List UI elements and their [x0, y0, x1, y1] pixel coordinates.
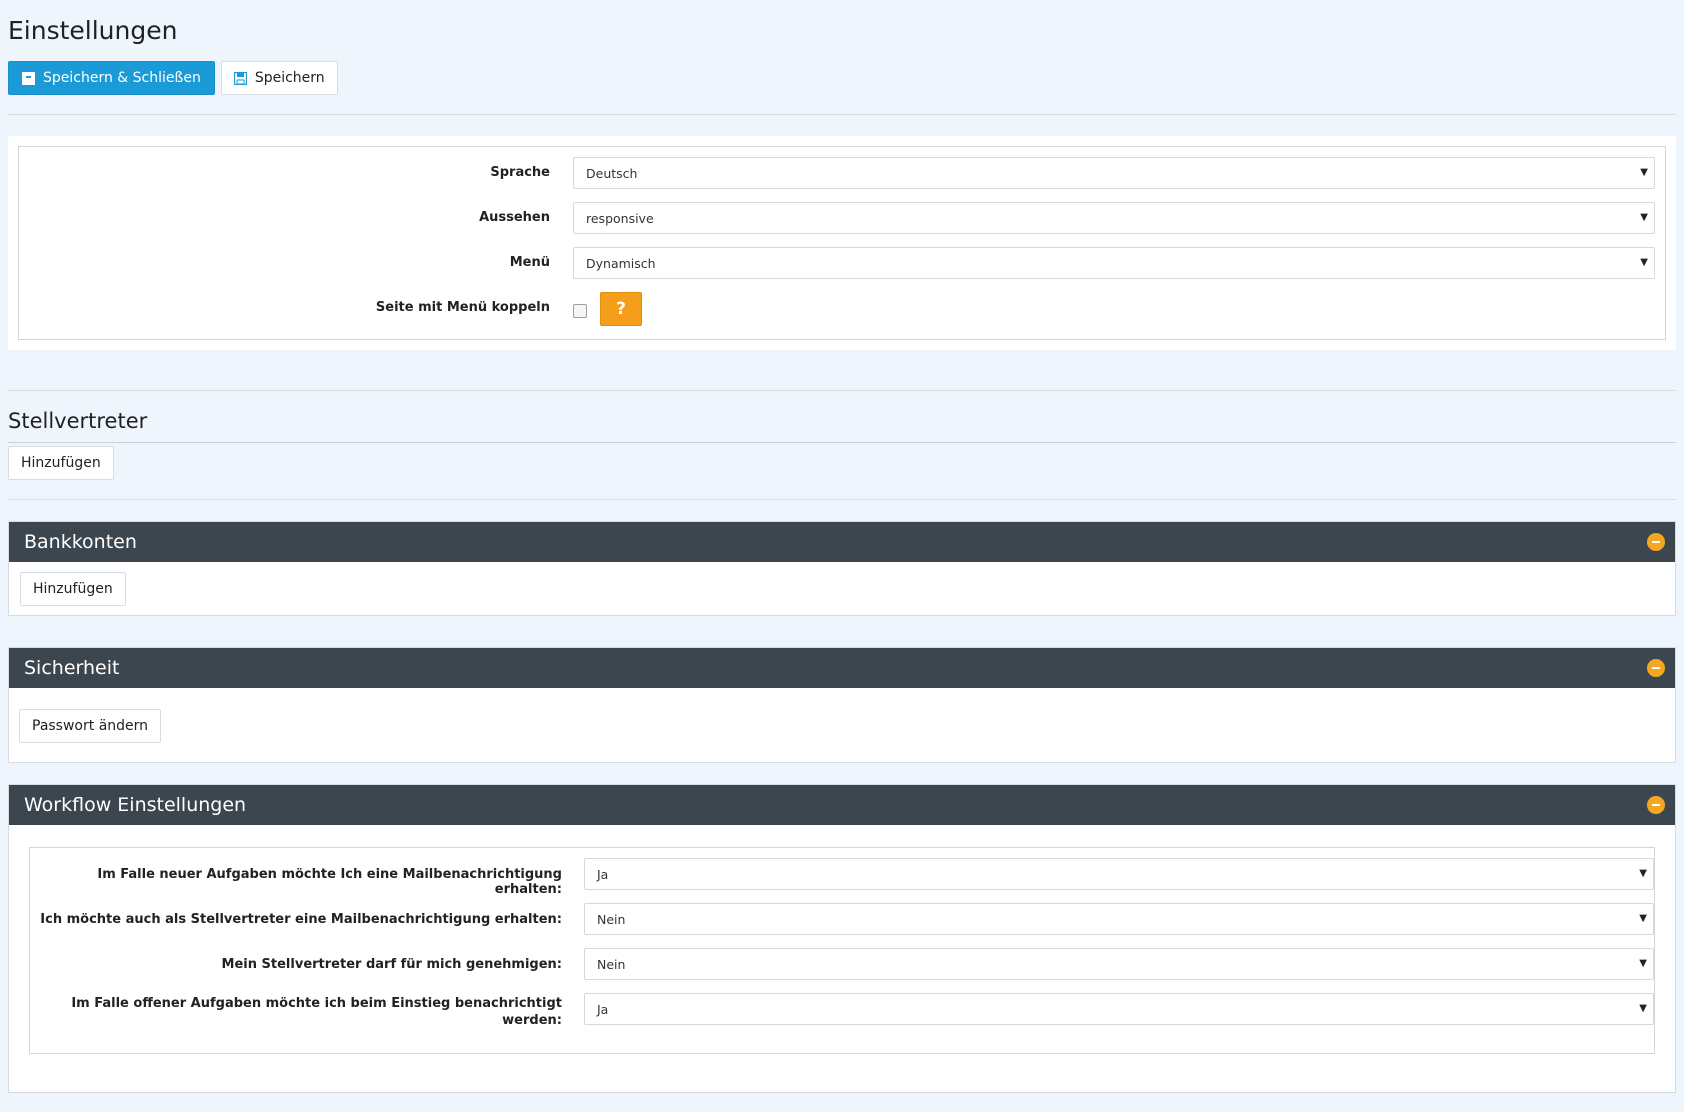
- change-password-button[interactable]: Passwort ändern: [19, 709, 162, 743]
- workflow-settings-header: Workflow Einstellungen: [9, 785, 1675, 825]
- security-panel: Sicherheit Passwort ändern: [8, 647, 1676, 763]
- bank-accounts-header: Bankkonten: [9, 522, 1675, 562]
- security-title: Sicherheit: [24, 657, 120, 679]
- workflow-settings-panel: Workflow Einstellungen Im Falle neuer Au…: [8, 784, 1676, 1093]
- workflow-row-label: Mein Stellvertreter darf für mich genehm…: [221, 957, 562, 972]
- settings-page: Einstellungen Speichern & Schließen Spei…: [0, 0, 1684, 1112]
- general-settings-panel: Sprache Deutsch ▼ Aussehen responsive ▼ …: [8, 136, 1676, 350]
- collapse-icon[interactable]: [1647, 659, 1665, 677]
- chevron-down-icon: ▼: [1640, 257, 1648, 268]
- workflow-select-new-tasks[interactable]: Ja ▼: [584, 858, 1654, 890]
- workflow-row-label: Im Falle offener Aufgaben möchte ich bei…: [71, 996, 562, 1028]
- appearance-label: Aussehen: [479, 210, 550, 225]
- divider: [8, 442, 1676, 443]
- save-button[interactable]: Speichern: [220, 61, 338, 95]
- workflow-select-deputy-mail[interactable]: Nein ▼: [584, 903, 1654, 935]
- help-button[interactable]: ?: [600, 292, 642, 326]
- menu-value: Dynamisch: [586, 255, 656, 271]
- chevron-down-icon: ▼: [1640, 167, 1648, 178]
- add-deputy-label: Hinzufügen: [21, 455, 101, 471]
- chevron-down-icon: ▼: [1639, 958, 1647, 969]
- language-value: Deutsch: [586, 165, 638, 181]
- appearance-value: responsive: [586, 210, 654, 226]
- bank-accounts-title: Bankkonten: [24, 531, 137, 553]
- add-bank-account-button[interactable]: Hinzufügen: [20, 572, 126, 606]
- question-icon: ?: [616, 299, 626, 319]
- appearance-select[interactable]: responsive ▼: [573, 202, 1655, 234]
- chevron-down-icon: ▼: [1640, 212, 1648, 223]
- menu-select[interactable]: Dynamisch ▼: [573, 247, 1655, 279]
- collapse-icon[interactable]: [1647, 533, 1665, 551]
- workflow-select-value: Nein: [597, 956, 626, 972]
- collapse-icon[interactable]: [1647, 796, 1665, 814]
- workflow-row-label: Im Falle neuer Aufgaben möchte Ich eine …: [97, 867, 562, 897]
- divider: [8, 499, 1676, 500]
- couple-label: Seite mit Menü koppeln: [375, 300, 550, 315]
- bank-accounts-panel: Bankkonten Hinzufügen: [8, 521, 1676, 616]
- workflow-select-deputy-approve[interactable]: Nein ▼: [584, 948, 1654, 980]
- general-settings-form: Sprache Deutsch ▼ Aussehen responsive ▼ …: [18, 146, 1666, 340]
- workflow-settings-title: Workflow Einstellungen: [24, 794, 247, 816]
- language-select[interactable]: Deutsch ▼: [573, 157, 1655, 189]
- archive-icon: [22, 71, 35, 85]
- toolbar: Speichern & Schließen Speichern: [8, 61, 338, 95]
- chevron-down-icon: ▼: [1639, 868, 1647, 879]
- workflow-select-value: Ja: [597, 1001, 609, 1017]
- add-deputy-button[interactable]: Hinzufügen: [8, 446, 114, 480]
- divider: [8, 390, 1676, 391]
- workflow-select-value: Ja: [597, 866, 609, 882]
- workflow-select-open-tasks[interactable]: Ja ▼: [584, 993, 1654, 1025]
- security-header: Sicherheit: [9, 648, 1675, 688]
- workflow-row-label: Ich möchte auch als Stellvertreter eine …: [40, 912, 562, 927]
- deputy-section-title: Stellvertreter: [8, 409, 148, 433]
- save-close-label: Speichern & Schließen: [43, 70, 201, 86]
- save-close-button[interactable]: Speichern & Schließen: [8, 61, 215, 95]
- chevron-down-icon: ▼: [1639, 913, 1647, 924]
- add-bank-account-label: Hinzufügen: [33, 581, 113, 597]
- page-title: Einstellungen: [8, 16, 178, 45]
- workflow-select-value: Nein: [597, 911, 626, 927]
- couple-checkbox[interactable]: [573, 304, 587, 318]
- change-password-label: Passwort ändern: [32, 718, 149, 734]
- chevron-down-icon: ▼: [1639, 1003, 1647, 1014]
- save-label: Speichern: [254, 70, 325, 86]
- language-label: Sprache: [490, 165, 550, 180]
- menu-label: Menü: [509, 255, 550, 270]
- floppy-disk-icon: [233, 71, 247, 85]
- divider: [8, 114, 1676, 115]
- workflow-settings-form: Im Falle neuer Aufgaben möchte Ich eine …: [29, 847, 1655, 1054]
